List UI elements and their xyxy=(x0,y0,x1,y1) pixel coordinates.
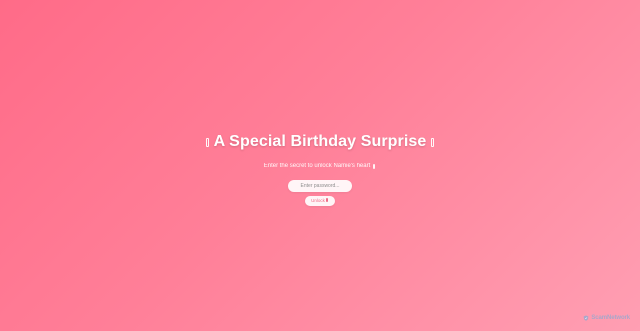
watermark: ScamNetwork xyxy=(583,315,630,321)
emoji-placeholder-left-icon xyxy=(205,137,209,147)
unlock-emoji-icon xyxy=(325,198,328,202)
emoji-placeholder-right-icon xyxy=(431,137,435,147)
subtitle: Enter the secret to unlock Namie's heart xyxy=(263,163,371,169)
birthday-card: A Special Birthday Surprise Enter the se… xyxy=(0,134,640,206)
unlock-button[interactable]: Unlock xyxy=(305,196,335,206)
page-title-row: A Special Birthday Surprise xyxy=(205,134,436,150)
emoji-placeholder-icon xyxy=(373,163,376,169)
page-title: A Special Birthday Surprise xyxy=(213,133,427,150)
subtitle-row: Enter the secret to unlock Namie's heart xyxy=(264,163,377,169)
page: { "header": { "title": "A Special Birthd… xyxy=(0,0,640,331)
watermark-text: ScamNetwork xyxy=(591,315,630,321)
password-input[interactable] xyxy=(288,180,352,192)
unlock-button-label: Unlock xyxy=(311,198,325,203)
shield-icon xyxy=(584,315,589,321)
